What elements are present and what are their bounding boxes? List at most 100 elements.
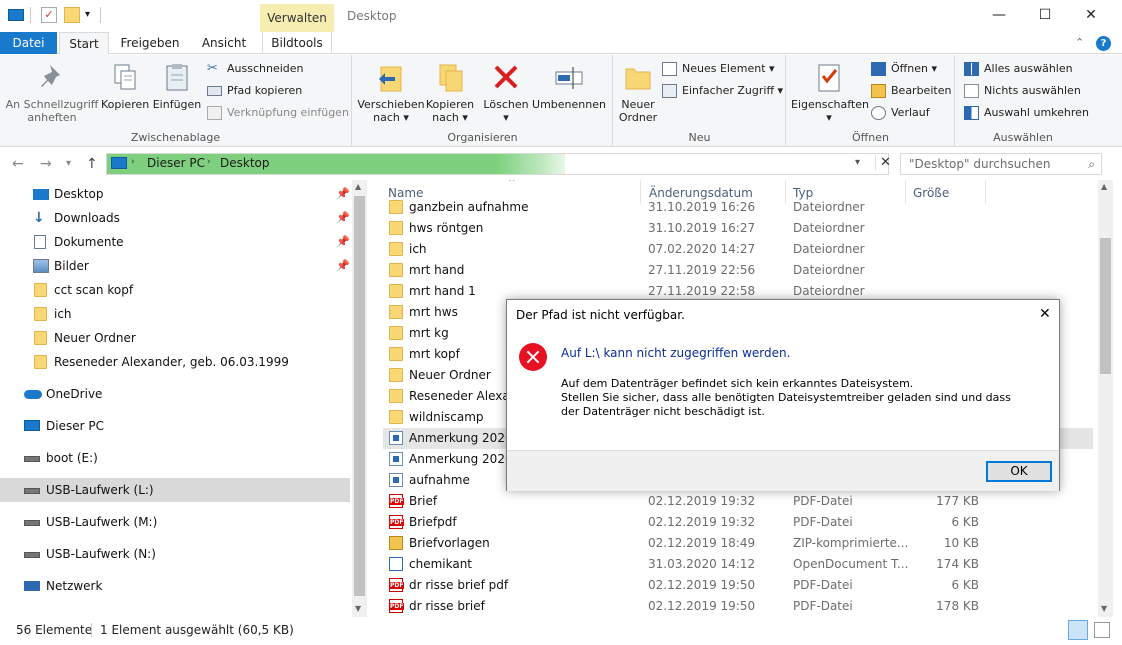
recent-locations-icon[interactable]: ▾: [66, 158, 71, 169]
history-button[interactable]: Verlauf: [871, 103, 930, 123]
properties-button[interactable]: Eigenschaften ▾: [791, 61, 869, 124]
large-icons-view-icon[interactable]: [1094, 622, 1110, 638]
nav-item-folder[interactable]: cct scan kopf: [0, 278, 350, 302]
file-row[interactable]: ich 07.02.2020 14:27 Dateiordner: [383, 239, 1093, 260]
sort-indicator-icon: ^: [508, 180, 516, 188]
scroll-down-icon[interactable]: ▼: [355, 604, 361, 613]
explorer-icon[interactable]: [8, 9, 24, 21]
address-bar[interactable]: › Dieser PC › Desktop ▾ ✕: [106, 153, 891, 175]
breadcrumb-desktop[interactable]: Desktop: [220, 156, 270, 170]
file-type: PDF-Datei: [793, 599, 853, 613]
new-folder-button[interactable]: Neuer Ordner: [616, 61, 660, 124]
copy-label: Kopieren: [101, 98, 150, 111]
file-row[interactable]: dr risse brief pdf 02.12.2019 19:50 PDF-Da…: [383, 575, 1093, 596]
nav-item-drive-l[interactable]: USB-Laufwerk (L:): [0, 478, 350, 502]
nav-item-network[interactable]: Netzwerk: [0, 574, 350, 598]
file-type: PDF-Datei: [793, 494, 853, 508]
scroll-up-icon[interactable]: ▲: [1101, 182, 1107, 191]
details-view-icon[interactable]: [1068, 620, 1088, 640]
file-type: PDF-Datei: [793, 515, 853, 529]
nav-item-onedrive[interactable]: OneDrive: [0, 382, 350, 406]
tab-start[interactable]: Start: [59, 32, 109, 55]
move-to-label: Verschieben nach: [357, 98, 425, 124]
new-folder-quick-icon[interactable]: [64, 7, 80, 23]
file-name: Neuer Ordner: [409, 368, 491, 382]
file-row[interactable]: Brief 02.12.2019 19:32 PDF-Datei 177 KB: [383, 491, 1093, 512]
minimize-button[interactable]: —: [976, 0, 1022, 32]
up-icon[interactable]: ↑: [86, 156, 98, 172]
forward-icon[interactable]: →: [40, 156, 52, 172]
copy-to-button[interactable]: Kopieren nach ▾: [425, 61, 475, 124]
nav-scroll-thumb[interactable]: [354, 196, 365, 596]
scissors-icon: ✂: [207, 61, 218, 76]
nav-item-folder[interactable]: ich: [0, 302, 350, 326]
address-dropdown-icon[interactable]: ▾: [855, 157, 860, 168]
select-all-button[interactable]: Alles auswählen: [964, 59, 1073, 79]
select-none-button[interactable]: Nichts auswählen: [964, 81, 1081, 101]
folder-icon: [389, 200, 403, 214]
move-to-button[interactable]: Verschieben nach ▾: [357, 61, 425, 124]
nav-item-folder[interactable]: Neuer Ordner: [0, 326, 350, 350]
close-button[interactable]: ✕: [1068, 0, 1114, 32]
copy-icon: [109, 61, 141, 93]
pin-quick-access-button[interactable]: An Schnellzugriff anheften: [4, 61, 100, 124]
nav-item-documents[interactable]: Dokumente 📌: [0, 230, 350, 254]
tab-bildtools[interactable]: Bildtools: [262, 32, 332, 54]
nav-item-drive-m[interactable]: USB-Laufwerk (M:): [0, 510, 350, 534]
nav-item-downloads[interactable]: ↓ Downloads 📌: [0, 206, 350, 230]
scroll-up-icon[interactable]: ▲: [355, 182, 361, 191]
invert-selection-button[interactable]: Auswahl umkehren: [964, 103, 1089, 123]
help-icon[interactable]: ?: [1096, 36, 1111, 51]
maximize-button[interactable]: ☐: [1022, 0, 1068, 32]
file-row[interactable]: Briefpdf 02.12.2019 19:32 PDF-Datei 6 KB: [383, 512, 1093, 533]
file-row[interactable]: dr risse brief 02.12.2019 19:50 PDF-Datei 1…: [383, 596, 1093, 617]
file-row[interactable]: Briefvorlagen 02.12.2019 18:49 ZIP-komprim…: [383, 533, 1093, 554]
nav-item-drive-n[interactable]: USB-Laufwerk (N:): [0, 542, 350, 566]
file-row[interactable]: ganzbein aufnahme 31.10.2019 16:26 Dateior…: [383, 197, 1093, 218]
properties-quick-icon[interactable]: ✓: [41, 7, 57, 23]
dialog-close-icon[interactable]: ✕: [1039, 306, 1051, 322]
file-name: aufnahme: [409, 473, 470, 487]
rename-button[interactable]: Umbenennen: [531, 61, 607, 111]
nav-item-drive-e[interactable]: boot (E:): [0, 446, 350, 470]
copy-to-icon: [434, 61, 466, 93]
delete-button[interactable]: Löschen ▾: [481, 61, 531, 124]
paste-button[interactable]: Einfügen: [152, 61, 202, 111]
group-label: Zwischenablage: [130, 131, 221, 144]
pdf-icon: [389, 515, 405, 529]
ok-button[interactable]: OK: [986, 461, 1052, 482]
scroll-down-icon[interactable]: ▼: [1101, 604, 1107, 613]
breadcrumb-dieser-pc[interactable]: Dieser PC: [147, 156, 205, 170]
file-scroll-thumb[interactable]: [1100, 238, 1111, 374]
nav-item-folder[interactable]: Reseneder Alexander, geb. 06.03.1999: [0, 350, 350, 374]
nav-item-this-pc[interactable]: Dieser PC: [0, 414, 350, 438]
edit-button[interactable]: Bearbeiten: [871, 81, 951, 101]
copy-button[interactable]: Kopieren: [101, 61, 149, 111]
file-row[interactable]: mrt hand 27.11.2019 22:56 Dateiordner: [383, 260, 1093, 281]
cancel-navigation-icon[interactable]: ✕: [875, 155, 891, 170]
file-row[interactable]: chemikant 31.03.2020 14:12 OpenDocument T.…: [383, 554, 1093, 575]
tab-freigeben[interactable]: Freigeben: [114, 32, 186, 54]
rename-label: Umbenennen: [532, 98, 606, 111]
nav-item-pictures[interactable]: Bilder 📌: [0, 254, 350, 278]
tab-verwalten[interactable]: Verwalten: [260, 4, 334, 32]
group-new: Neuer Ordner Neues Element ▾ Einfacher Z…: [614, 55, 786, 147]
delete-label: Löschen: [483, 98, 529, 111]
nav-label: Neuer Ordner: [54, 331, 136, 345]
file-row[interactable]: hws röntgen 31.10.2019 16:27 Dateiordner: [383, 218, 1093, 239]
tab-ansicht[interactable]: Ansicht: [193, 32, 255, 54]
nav-item-desktop[interactable]: Desktop 📌: [0, 182, 350, 206]
back-icon[interactable]: ←: [12, 156, 24, 172]
open-button[interactable]: Öffnen ▾: [871, 59, 937, 79]
search-input[interactable]: "Desktop" durchsuchen ⌕: [900, 153, 1102, 175]
collapse-ribbon-icon[interactable]: ⌃: [1075, 36, 1084, 49]
group-open: Eigenschaften ▾ Öffnen ▾ Bearbeiten Verla…: [787, 55, 955, 147]
paste-shortcut-button[interactable]: Verknüpfung einfügen: [207, 103, 349, 123]
copy-path-button[interactable]: Pfad kopieren: [207, 81, 302, 101]
tab-datei[interactable]: Datei: [0, 32, 57, 54]
group-label: Organisieren: [447, 131, 518, 144]
easy-access-button[interactable]: Einfacher Zugriff ▾: [662, 81, 783, 101]
customize-quick-access-icon[interactable]: ▾: [85, 7, 101, 23]
cut-button[interactable]: ✂ Ausschneiden: [207, 59, 304, 79]
new-item-button[interactable]: Neues Element ▾: [662, 59, 775, 79]
